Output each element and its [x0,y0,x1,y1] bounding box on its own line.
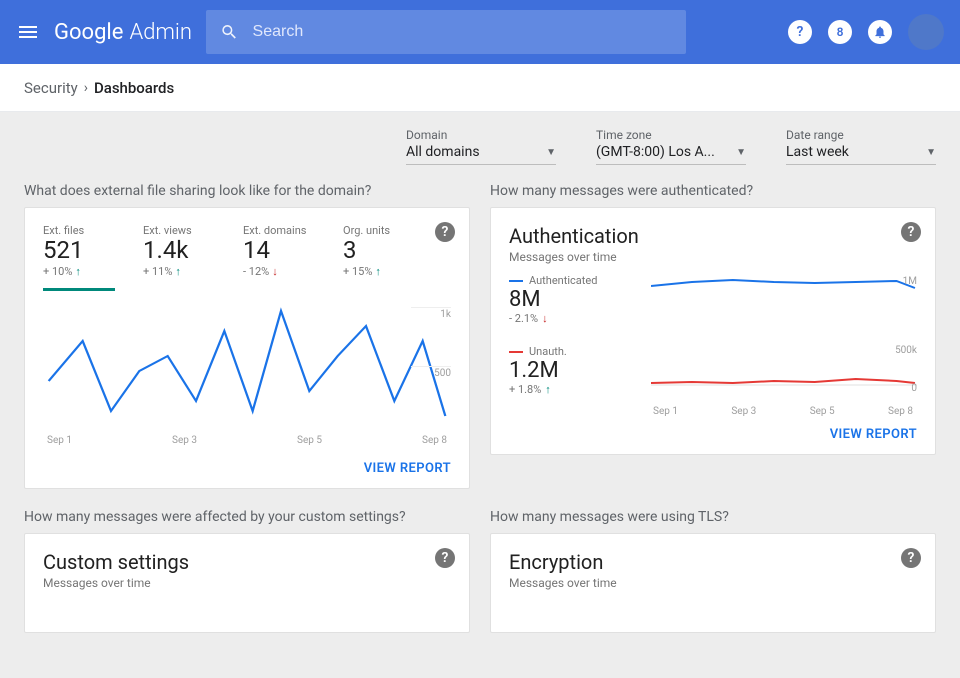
top-bar: Google Admin ? 8 [0,0,960,64]
section-title: How many messages were using TLS? [490,509,936,525]
chevron-right-icon: › [84,80,88,96]
filter-domain[interactable]: Domain All domains ▼ [406,128,556,165]
filter-value[interactable]: All domains ▼ [406,144,556,165]
breadcrumb-root[interactable]: Security [24,79,78,97]
breadcrumb: Security › Dashboards [0,64,960,112]
card-subtitle: Messages over time [509,576,917,590]
stat-ext-domains[interactable]: Ext. domains 14 - 12% [243,224,315,288]
stat-ext-files[interactable]: Ext. files 521 + 10% [43,224,115,291]
help-icon[interactable]: ? [901,548,921,568]
arrow-up-icon [75,265,81,278]
card-subtitle: Messages over time [43,576,451,590]
card-file-sharing: ? Ext. files 521 + 10% Ext. views 1.4k +… [24,207,470,489]
card-custom-settings: ? Custom settings Messages over time [24,533,470,633]
notifications-icon[interactable] [868,20,892,44]
stat-org-units[interactable]: Org. units 3 + 15% [343,224,415,288]
section-title: How many messages were affected by your … [24,509,470,525]
help-icon[interactable]: ? [435,222,455,242]
filter-label: Time zone [596,128,746,142]
card-encryption: ? Encryption Messages over time [490,533,936,633]
filter-label: Date range [786,128,936,142]
dropdown-icon: ▼ [736,147,746,158]
arrow-down-icon [542,312,548,325]
menu-icon[interactable] [16,20,40,44]
dropdown-icon: ▼ [546,147,556,158]
section-custom-settings: How many messages were affected by your … [24,509,470,633]
chart-file-sharing: 1k 500 Sep 1 Sep 3 Sep 5 Sep 8 [43,301,451,451]
series-color-blue [509,280,523,282]
y-tick: 0 [911,383,917,394]
avatar[interactable] [908,14,944,50]
search-icon [220,22,239,42]
topbar-right: ? 8 [788,14,944,50]
card-subtitle: Messages over time [509,250,917,264]
section-title: How many messages were authenticated? [490,183,936,199]
y-tick: 500 [411,366,451,379]
arrow-down-icon [272,265,278,278]
arrow-up-icon [375,265,381,278]
dashboard-grid: What does external file sharing look lik… [24,183,936,633]
card-authentication: ? Authentication Messages over time Auth… [490,207,936,455]
filters: Domain All domains ▼ Time zone (GMT-8:00… [24,128,936,165]
auth-series-unauth: Unauth. 1.2M + 1.8% 500k 0 [509,345,917,406]
brand-google: Google [54,20,123,45]
stat-ext-views[interactable]: Ext. views 1.4k + 11% [143,224,215,288]
x-ticks: Sep 1 Sep 3 Sep 5 Sep 8 [43,435,451,446]
arrow-up-icon [545,383,551,396]
filter-value[interactable]: Last week ▼ [786,144,936,165]
series-color-red [509,351,523,353]
auth-series-authenticated: Authenticated 8M - 2.1% 1M [509,274,917,335]
stat-row: Ext. files 521 + 10% Ext. views 1.4k + 1… [43,224,451,291]
view-report-button[interactable]: VIEW REPORT [43,461,451,476]
section-authentication: How many messages were authenticated? ? … [490,183,936,489]
apps-icon[interactable]: 8 [828,20,852,44]
filter-daterange[interactable]: Date range Last week ▼ [786,128,936,165]
y-tick: 1k [411,307,451,320]
filter-timezone[interactable]: Time zone (GMT-8:00) Los A... ▼ [596,128,746,165]
dropdown-icon: ▼ [926,147,936,158]
arrow-up-icon [175,265,181,278]
search-bar[interactable] [206,10,686,54]
content: Domain All domains ▼ Time zone (GMT-8:00… [0,112,960,678]
section-file-sharing: What does external file sharing look lik… [24,183,470,489]
chart-auth-line: 1M [651,274,917,324]
chart-unauth-line: 500k 0 [651,345,917,395]
filter-label: Domain [406,128,556,142]
y-tick: 1M [903,276,917,287]
line-chart [43,301,451,431]
breadcrumb-current: Dashboards [94,79,174,97]
card-title: Encryption [509,550,917,574]
brand: Google Admin [54,20,192,45]
brand-admin: Admin [129,20,192,45]
filter-value[interactable]: (GMT-8:00) Los A... ▼ [596,144,746,165]
help-icon[interactable]: ? [901,222,921,242]
x-ticks: Sep 1 Sep 3 Sep 5 Sep 8 [649,406,917,417]
help-icon[interactable]: ? [788,20,812,44]
card-title: Custom settings [43,550,451,574]
section-encryption: How many messages were using TLS? ? Encr… [490,509,936,633]
search-input[interactable] [253,23,672,41]
y-tick: 500k [895,345,917,356]
view-report-button[interactable]: VIEW REPORT [509,427,917,442]
card-title: Authentication [509,224,917,248]
help-icon[interactable]: ? [435,548,455,568]
section-title: What does external file sharing look lik… [24,183,470,199]
